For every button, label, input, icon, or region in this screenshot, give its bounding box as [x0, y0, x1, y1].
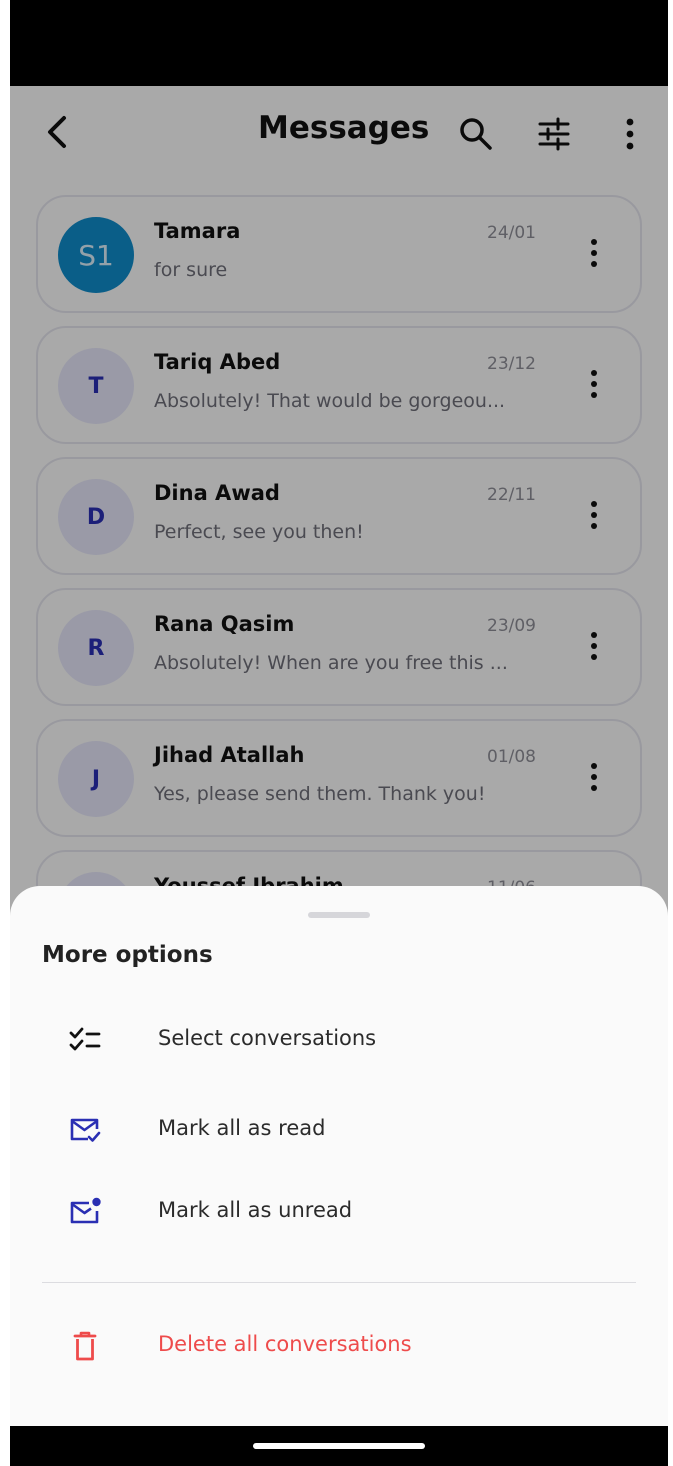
phone-screen: Messages S1 Tamara 24/01 for sure T Tari…: [10, 0, 668, 1466]
checklist-icon: [69, 1027, 101, 1051]
divider: [42, 1282, 636, 1283]
trash-icon: [73, 1331, 97, 1361]
home-indicator[interactable]: [253, 1443, 425, 1449]
mail-dot-icon: [70, 1197, 101, 1224]
navigation-bar: [10, 1426, 668, 1466]
status-bar: [10, 0, 668, 86]
option-label: Select conversations: [158, 1026, 377, 1050]
more-options-sheet: More options Select conversations Mark a…: [10, 886, 668, 1426]
delete-all-conversations-option[interactable]: Delete all conversations: [10, 1310, 668, 1382]
option-label: Delete all conversations: [158, 1332, 412, 1356]
option-label: Mark all as unread: [158, 1198, 353, 1222]
mail-check-icon: [70, 1118, 101, 1142]
mark-all-unread-option[interactable]: Mark all as unread: [10, 1176, 668, 1248]
select-conversations-option[interactable]: Select conversations: [10, 1004, 668, 1076]
sheet-title: More options: [42, 942, 213, 968]
option-label: Mark all as read: [158, 1116, 326, 1140]
drag-handle[interactable]: [308, 912, 370, 918]
mark-all-read-option[interactable]: Mark all as read: [10, 1094, 668, 1166]
